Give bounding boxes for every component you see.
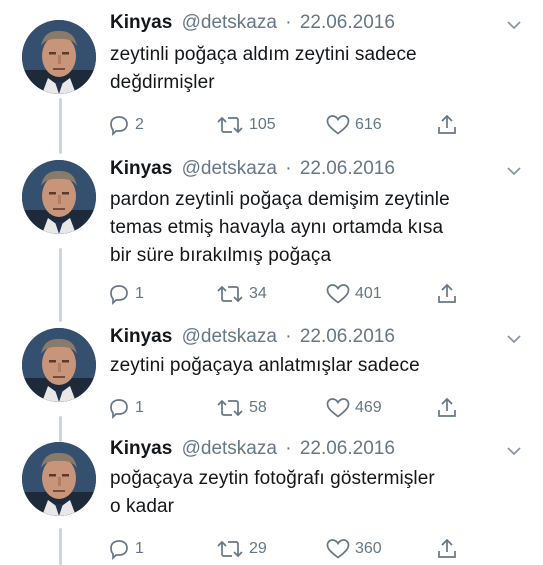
share-button[interactable] xyxy=(435,112,459,138)
tweet-date[interactable]: 22.06.2016 xyxy=(300,438,395,459)
retweet-icon xyxy=(217,540,243,558)
tweet-text-line: bir süre bırakılmış poğaça xyxy=(110,245,332,266)
retweet-button[interactable]: 29 xyxy=(215,536,267,562)
reply-count: 2 xyxy=(135,116,144,133)
tweet-text-line: zeytini poğaçaya anlatmışlar sadece xyxy=(110,355,420,376)
retweet-count: 34 xyxy=(249,285,267,302)
share-button[interactable] xyxy=(435,536,459,562)
retweet-count: 58 xyxy=(249,399,267,416)
tweet-header: Kinyas @detskaza · 22.06.2016 xyxy=(110,156,395,182)
heart-icon xyxy=(326,398,350,418)
share-icon xyxy=(438,538,456,558)
separator-dot: · xyxy=(285,158,292,179)
tweet-thread: Kinyas @detskaza · 22.06.2016 zeytinli p… xyxy=(0,0,543,565)
retweet-icon xyxy=(217,116,243,134)
like-button[interactable]: 469 xyxy=(325,395,382,421)
tweet-actions: 2 105 616 xyxy=(107,112,467,138)
retweet-button[interactable]: 34 xyxy=(215,281,267,307)
tweet-header: Kinyas @detskaza · 22.06.2016 xyxy=(110,324,395,350)
reply-icon xyxy=(110,116,128,137)
reply-button[interactable]: 1 xyxy=(107,281,144,307)
user-handle[interactable]: @detskaza xyxy=(182,326,277,347)
tweet-text-line: pardon zeytinli poğaça demişim zeytinle xyxy=(110,189,450,210)
tweet-text-line: poğaçaya zeytin fotoğrafı göstermişler xyxy=(110,468,435,489)
retweet-button[interactable]: 105 xyxy=(215,112,276,138)
reply-count: 1 xyxy=(135,540,144,557)
tweet[interactable]: Kinyas @detskaza · 22.06.2016 poğaçaya z… xyxy=(0,430,543,565)
chevron-down-icon[interactable] xyxy=(506,446,522,456)
reply-button[interactable]: 1 xyxy=(107,536,144,562)
avatar[interactable] xyxy=(22,442,96,516)
like-count: 401 xyxy=(355,285,382,302)
like-button[interactable]: 616 xyxy=(325,112,382,138)
share-button[interactable] xyxy=(435,281,459,307)
retweet-count: 29 xyxy=(249,540,267,557)
display-name[interactable]: Kinyas xyxy=(110,158,172,179)
reply-count: 1 xyxy=(135,399,144,416)
tweet-text: poğaçaya zeytin fotoğrafı göstermişler o… xyxy=(110,465,530,521)
like-button[interactable]: 360 xyxy=(325,536,382,562)
display-name[interactable]: Kinyas xyxy=(110,12,172,33)
user-handle[interactable]: @detskaza xyxy=(182,12,277,33)
separator-dot: · xyxy=(285,326,292,347)
tweet-actions: 1 34 401 xyxy=(107,281,467,307)
heart-icon xyxy=(326,115,350,135)
tweet-text: pardon zeytinli poğaça demişim zeytinle … xyxy=(110,186,530,270)
reply-icon xyxy=(110,540,128,561)
tweet-text: zeytinli poğaça aldım zeytini sadece değ… xyxy=(110,41,530,97)
chevron-down-icon[interactable] xyxy=(506,334,522,344)
avatar[interactable] xyxy=(22,328,96,402)
retweet-icon xyxy=(217,285,243,303)
separator-dot: · xyxy=(285,12,292,33)
tweet-text: zeytini poğaçaya anlatmışlar sadece xyxy=(110,352,530,380)
user-handle[interactable]: @detskaza xyxy=(182,438,277,459)
like-count: 469 xyxy=(355,399,382,416)
tweet-actions: 1 29 360 xyxy=(107,536,467,562)
reply-count: 1 xyxy=(135,285,144,302)
heart-icon xyxy=(326,284,350,304)
reply-button[interactable]: 2 xyxy=(107,112,144,138)
tweet-date[interactable]: 22.06.2016 xyxy=(300,158,395,179)
share-icon xyxy=(438,397,456,417)
reply-icon xyxy=(110,399,128,420)
share-button[interactable] xyxy=(435,395,459,421)
retweet-button[interactable]: 58 xyxy=(215,395,267,421)
heart-icon xyxy=(326,539,350,559)
display-name[interactable]: Kinyas xyxy=(110,438,172,459)
user-handle[interactable]: @detskaza xyxy=(182,158,277,179)
tweet-text-line: zeytinli poğaça aldım zeytini sadece xyxy=(110,44,417,65)
chevron-down-icon[interactable] xyxy=(506,20,522,30)
display-name[interactable]: Kinyas xyxy=(110,326,172,347)
share-icon xyxy=(438,114,456,134)
tweet-header: Kinyas @detskaza · 22.06.2016 xyxy=(110,436,395,462)
tweet-date[interactable]: 22.06.2016 xyxy=(300,12,395,33)
retweet-count: 105 xyxy=(249,116,276,133)
separator-dot: · xyxy=(285,438,292,459)
like-count: 360 xyxy=(355,540,382,557)
reply-icon xyxy=(110,285,128,306)
tweet-date[interactable]: 22.06.2016 xyxy=(300,326,395,347)
tweet-text-line: o kadar xyxy=(110,496,175,517)
tweet[interactable]: Kinyas @detskaza · 22.06.2016 zeytini po… xyxy=(0,318,543,438)
avatar[interactable] xyxy=(22,160,96,234)
chevron-down-icon[interactable] xyxy=(506,166,522,176)
tweet-actions: 1 58 469 xyxy=(107,395,467,421)
tweet-text-line: değdirmişler xyxy=(110,72,215,93)
like-button[interactable]: 401 xyxy=(325,281,382,307)
tweet[interactable]: Kinyas @detskaza · 22.06.2016 zeytinli p… xyxy=(0,0,543,160)
tweet-text-line: temas etmiş havayla aynı ortamda kısa xyxy=(110,217,444,238)
reply-button[interactable]: 1 xyxy=(107,395,144,421)
tweet[interactable]: Kinyas @detskaza · 22.06.2016 pardon zey… xyxy=(0,150,543,328)
tweet-header: Kinyas @detskaza · 22.06.2016 xyxy=(110,10,395,36)
share-icon xyxy=(438,283,456,303)
avatar[interactable] xyxy=(22,20,96,94)
like-count: 616 xyxy=(355,116,382,133)
retweet-icon xyxy=(217,399,243,417)
